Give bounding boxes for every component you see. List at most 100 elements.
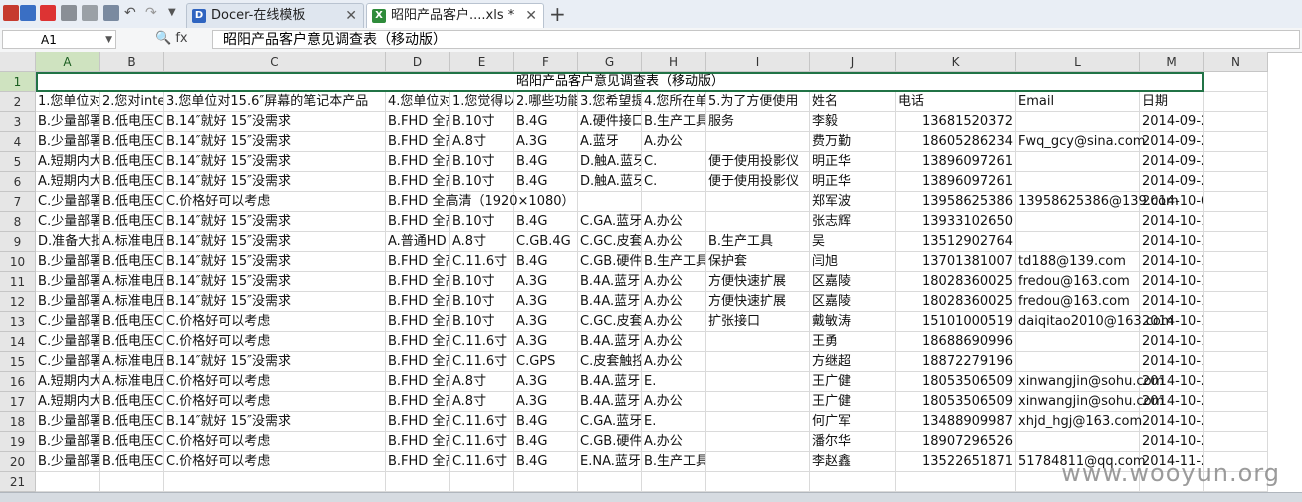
table-cell[interactable]: C.GPS xyxy=(514,352,578,372)
table-cell[interactable] xyxy=(706,412,810,432)
table-cell[interactable]: 区嘉陵 xyxy=(810,292,896,312)
table-cell[interactable]: B.FHD 全高 xyxy=(386,132,450,152)
table-cell[interactable]: 潘尔华 xyxy=(810,432,896,452)
table-cell[interactable]: 李毅 xyxy=(810,112,896,132)
table-cell[interactable]: B.4G xyxy=(514,152,578,172)
table-cell[interactable] xyxy=(1204,232,1268,252)
table-cell[interactable]: B.14″就好 15″没需求 xyxy=(164,112,386,132)
table-cell[interactable] xyxy=(1204,172,1268,192)
table-cell[interactable]: 13896097261 xyxy=(896,152,1016,172)
table-cell[interactable]: B.少量部署 xyxy=(36,292,100,312)
table-cell[interactable] xyxy=(1016,432,1140,452)
table-cell[interactable]: B.FHD 全高 xyxy=(386,212,450,232)
format-painter-icon[interactable] xyxy=(103,5,119,21)
row-header[interactable]: 4 xyxy=(0,132,36,152)
column-header-d[interactable]: D xyxy=(386,52,450,72)
table-cell[interactable]: 张志辉 xyxy=(810,212,896,232)
table-cell[interactable]: 13522651871 xyxy=(896,452,1016,472)
table-cell[interactable]: 18907296526 xyxy=(896,432,1016,452)
table-cell[interactable]: 3.您希望提 xyxy=(578,92,642,112)
table-cell[interactable]: B.低电压CP xyxy=(100,152,164,172)
table-cell[interactable]: C. xyxy=(642,152,706,172)
row-header[interactable]: 5 xyxy=(0,152,36,172)
table-cell[interactable]: 15101000519 xyxy=(896,312,1016,332)
table-cell[interactable]: A.办公 xyxy=(642,212,706,232)
table-cell[interactable] xyxy=(386,472,450,492)
table-cell[interactable]: B.10寸 xyxy=(450,212,514,232)
table-cell[interactable]: 何广军 xyxy=(810,412,896,432)
column-header-j[interactable]: J xyxy=(810,52,896,72)
table-cell[interactable]: A.8寸 xyxy=(450,372,514,392)
table-cell[interactable] xyxy=(450,472,514,492)
table-cell[interactable]: 4.您所在单 xyxy=(642,92,706,112)
table-cell[interactable]: 保护套 xyxy=(706,252,810,272)
table-cell[interactable]: 18028360025 xyxy=(896,292,1016,312)
table-cell[interactable]: 3.您单位对15.6″屏幕的笔记本产品 xyxy=(164,92,386,112)
row-header[interactable]: 17 xyxy=(0,392,36,412)
table-cell[interactable]: B.10寸 xyxy=(450,312,514,332)
row-header[interactable]: 10 xyxy=(0,252,36,272)
table-cell[interactable]: 4.您单位对 xyxy=(386,92,450,112)
table-cell[interactable] xyxy=(514,472,578,492)
spreadsheet-grid[interactable]: A B C D E F G H I J K L M N 1 2 3 4 5 6 7 8 9 10 11 12 13 14 15 16 17 1… xyxy=(0,52,1302,492)
row-header[interactable]: 21 xyxy=(0,472,36,492)
table-cell[interactable]: B.FHD 全高 xyxy=(386,392,450,412)
table-cell[interactable]: A.3G xyxy=(514,372,578,392)
table-cell[interactable]: 13896097261 xyxy=(896,172,1016,192)
table-cell[interactable]: B.低电压CP xyxy=(100,312,164,332)
table-cell[interactable]: B.10寸 xyxy=(450,272,514,292)
table-cell[interactable]: 13958625386@139.com xyxy=(1016,192,1179,212)
table-cell[interactable] xyxy=(706,472,810,492)
table-cell[interactable]: B.低电压CP xyxy=(100,212,164,232)
table-cell[interactable]: B.低电压CP xyxy=(100,392,164,412)
table-cell[interactable]: B.低电压CP xyxy=(100,172,164,192)
table-cell[interactable]: 2.哪些功能 xyxy=(514,92,578,112)
table-cell[interactable] xyxy=(1204,112,1268,132)
table-cell[interactable]: B.FHD 全高 xyxy=(386,252,450,272)
table-cell[interactable]: 日期 xyxy=(1140,92,1204,112)
table-cell[interactable] xyxy=(1204,412,1268,432)
customize-dropdown-icon[interactable]: ▼ xyxy=(168,5,184,21)
table-cell[interactable]: B.FHD 全高 xyxy=(386,272,450,292)
table-cell[interactable]: 戴敏涛 xyxy=(810,312,896,332)
row-header[interactable]: 20 xyxy=(0,452,36,472)
table-cell[interactable]: 王勇 xyxy=(810,332,896,352)
row-header[interactable]: 13 xyxy=(0,312,36,332)
print-icon[interactable] xyxy=(61,5,77,21)
row-header[interactable]: 6 xyxy=(0,172,36,192)
table-cell[interactable]: 方继超 xyxy=(810,352,896,372)
table-cell[interactable]: B.FHD 全高 xyxy=(386,332,450,352)
undo-icon[interactable]: ↶ xyxy=(124,5,140,21)
column-header-a[interactable]: A xyxy=(36,52,100,72)
table-cell[interactable]: 18053506509 xyxy=(896,392,1016,412)
table-cell[interactable]: 18053506509 xyxy=(896,372,1016,392)
table-cell[interactable]: B.生产工具 xyxy=(642,452,706,472)
table-cell[interactable]: C.GB.硬件接口 xyxy=(578,252,642,272)
row-header[interactable]: 19 xyxy=(0,432,36,452)
row-header[interactable]: 7 xyxy=(0,192,36,212)
table-cell[interactable]: 王广健 xyxy=(810,392,896,412)
table-cell[interactable]: B.14″就好 15″没需求 xyxy=(164,252,386,272)
row-header[interactable]: 18 xyxy=(0,412,36,432)
column-header-b[interactable]: B xyxy=(100,52,164,72)
table-cell[interactable] xyxy=(36,472,100,492)
table-cell[interactable]: 13933102650 xyxy=(896,212,1016,232)
table-cell[interactable]: B.4G xyxy=(514,252,578,272)
table-cell[interactable]: B.4G xyxy=(514,412,578,432)
column-header-l[interactable]: L xyxy=(1016,52,1140,72)
table-cell[interactable]: B.FHD 全高 xyxy=(386,432,450,452)
table-cell[interactable]: 便于使用投影仪 xyxy=(706,152,810,172)
row-header[interactable]: 16 xyxy=(0,372,36,392)
name-box[interactable]: A1 ▼ xyxy=(2,30,116,49)
table-cell[interactable] xyxy=(706,352,810,372)
table-cell[interactable]: 18688690996 xyxy=(896,332,1016,352)
table-cell[interactable]: A.3G xyxy=(514,292,578,312)
table-cell[interactable]: 18872279196 xyxy=(896,352,1016,372)
table-cell[interactable]: daiqitao2010@163.com xyxy=(1016,312,1174,332)
table-cell[interactable]: 2014-10-14 05:54 xyxy=(1140,212,1204,232)
table-cell[interactable] xyxy=(1204,332,1268,352)
table-cell[interactable]: B.14″就好 15″没需求 xyxy=(164,212,386,232)
table-cell[interactable] xyxy=(1016,172,1140,192)
table-cell[interactable] xyxy=(1016,332,1140,352)
export-pdf-icon[interactable] xyxy=(40,5,56,21)
